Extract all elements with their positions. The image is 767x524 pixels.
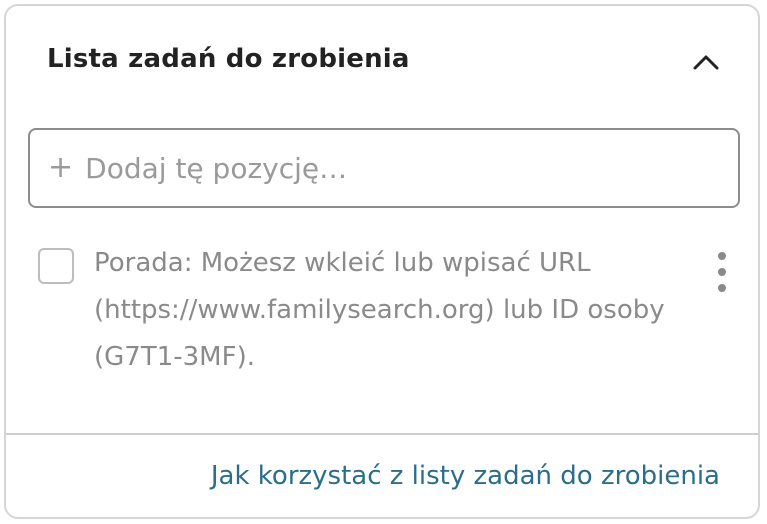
task-item: Porada: Możesz wkleić lub wpisać URL (ht… bbox=[6, 242, 758, 402]
todo-panel: Lista zadań do zrobienia + Dodaj tę pozy… bbox=[4, 4, 760, 519]
add-item-placeholder: Dodaj tę pozycję… bbox=[85, 151, 348, 185]
task-menu-button[interactable] bbox=[712, 250, 732, 294]
plus-icon: + bbox=[48, 150, 74, 185]
help-link[interactable]: Jak korzystać z listy zadań do zrobienia bbox=[211, 461, 720, 491]
chevron-up-icon bbox=[693, 55, 719, 70]
panel-header: Lista zadań do zrobienia bbox=[6, 6, 758, 116]
footer-divider bbox=[6, 433, 758, 435]
panel-title: Lista zadań do zrobienia bbox=[47, 44, 410, 74]
more-vertical-icon bbox=[718, 252, 726, 292]
collapse-button[interactable] bbox=[686, 42, 726, 82]
add-item-input[interactable]: + Dodaj tę pozycję… bbox=[28, 128, 740, 208]
task-text: Porada: Możesz wkleić lub wpisać URL (ht… bbox=[94, 248, 665, 372]
task-checkbox[interactable] bbox=[38, 248, 74, 284]
